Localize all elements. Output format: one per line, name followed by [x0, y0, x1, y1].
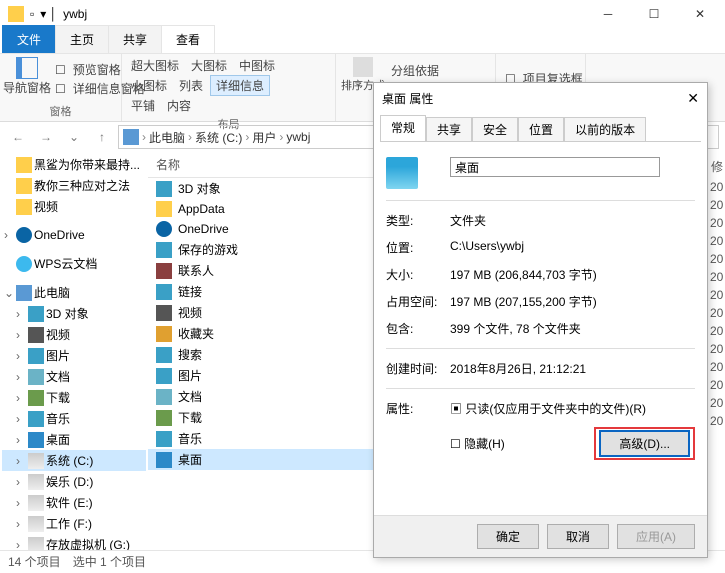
type-label: 类型:	[386, 212, 450, 229]
back-button[interactable]: ←	[6, 125, 30, 149]
location-label: 位置:	[386, 239, 450, 256]
created-label: 创建时间:	[386, 360, 450, 377]
navpane-icon	[16, 57, 38, 79]
apply-button[interactable]: 应用(A)	[617, 524, 695, 549]
ok-button[interactable]: 确定	[477, 524, 539, 549]
cancel-button[interactable]: 取消	[547, 524, 609, 549]
qat-more: ▾ │	[40, 7, 57, 21]
properties-dialog: 桌面 属性 ✕ 常规 共享 安全 位置 以前的版本 类型:文件夹 位置:C:\U…	[373, 82, 708, 558]
status-selected: 选中 1 个项目	[73, 553, 146, 570]
view-s[interactable]: 小图标	[126, 76, 172, 95]
nav-desktop[interactable]: ›桌面	[2, 429, 146, 450]
nav-pictures[interactable]: ›图片	[2, 345, 146, 366]
status-count: 14 个项目	[8, 553, 61, 570]
nav-tree[interactable]: 黑鲨为你带来最持... 教你三种应对之法 视频 ›OneDrive WPS云文档…	[0, 152, 148, 550]
nav-drive-e[interactable]: ›软件 (E:)	[2, 492, 146, 513]
tab-previous[interactable]: 以前的版本	[564, 117, 646, 141]
group-pane: 窗格	[4, 102, 117, 120]
size-label: 大小:	[386, 266, 450, 283]
view-details[interactable]: 详细信息	[210, 75, 270, 96]
mod-cell: 20	[708, 358, 725, 376]
view-xl[interactable]: 超大图标	[126, 56, 184, 75]
nav-drive-d[interactable]: ›娱乐 (D:)	[2, 471, 146, 492]
contains-value: 399 个文件, 78 个文件夹	[450, 320, 695, 337]
advanced-button[interactable]: 高级(D)...	[600, 431, 689, 456]
crumb-pc[interactable]: 此电脑	[149, 129, 185, 146]
nav-pane-button[interactable]: 导航窗格	[4, 56, 50, 102]
forward-button[interactable]: →	[34, 125, 58, 149]
tab-location[interactable]: 位置	[518, 117, 564, 141]
nav-quick3[interactable]: 视频	[2, 196, 146, 217]
crumb-user[interactable]: ywbj	[286, 130, 310, 144]
navpane-label: 导航窗格	[3, 79, 51, 96]
mod-cell: 20	[708, 232, 725, 250]
tab-share2[interactable]: 共享	[426, 117, 472, 141]
nav-drive-c[interactable]: ›系统 (C:)	[2, 450, 146, 471]
mod-cell: 20	[708, 304, 725, 322]
tab-general[interactable]: 常规	[380, 115, 426, 141]
view-list[interactable]: 列表	[174, 76, 208, 95]
close-button[interactable]: ✕	[677, 0, 723, 28]
hidden-checkbox[interactable]: ☐ 隐藏(H)	[450, 435, 505, 452]
mod-cell: 20	[708, 250, 725, 268]
nav-wps[interactable]: WPS云文档	[2, 253, 146, 274]
mod-cell: 20	[708, 376, 725, 394]
mod-cell: 20	[708, 394, 725, 412]
nav-documents[interactable]: ›文档	[2, 366, 146, 387]
type-value: 文件夹	[450, 212, 695, 229]
size-value: 197 MB (206,844,703 字节)	[450, 266, 695, 283]
view-l[interactable]: 大图标	[186, 56, 232, 75]
tab-file[interactable]: 文件	[2, 25, 56, 53]
location-value: C:\Users\ywbj	[450, 239, 695, 256]
nav-music[interactable]: ›音乐	[2, 408, 146, 429]
mod-cell: 20	[708, 268, 725, 286]
tab-view[interactable]: 查看	[161, 25, 215, 53]
view-m[interactable]: 中图标	[234, 56, 280, 75]
tab-share[interactable]: 共享	[108, 25, 162, 53]
qat-sep: ▫	[30, 7, 34, 21]
mod-cell: 20	[708, 214, 725, 232]
mod-cell: 20	[708, 286, 725, 304]
nav-downloads[interactable]: ›下载	[2, 387, 146, 408]
folder-icon	[8, 6, 24, 22]
view-content[interactable]: 内容	[162, 96, 196, 115]
min-button[interactable]: ─	[585, 0, 631, 28]
attributes-label: 属性:	[386, 400, 450, 460]
folder-large-icon	[386, 157, 418, 189]
col-modified-label: 修	[708, 155, 725, 178]
sizeondisk-label: 占用空间:	[386, 293, 450, 310]
created-value: 2018年8月26日, 21:12:21	[450, 360, 695, 377]
contains-label: 包含:	[386, 320, 450, 337]
crumb-users[interactable]: 用户	[252, 129, 276, 146]
mod-cell: 20	[708, 412, 725, 430]
nav-onedrive[interactable]: ›OneDrive	[2, 225, 146, 245]
nav-3dobjects[interactable]: ›3D 对象	[2, 303, 146, 324]
nav-thispc[interactable]: ⌄此电脑	[2, 282, 146, 303]
nav-quick1[interactable]: 黑鲨为你带来最持...	[2, 154, 146, 175]
mod-cell: 20	[708, 196, 725, 214]
mod-cell: 20	[708, 178, 725, 196]
dialog-title: 桌面 属性	[382, 90, 433, 107]
nav-drive-g[interactable]: ›存放虚拟机 (G:)	[2, 534, 146, 550]
mod-cell: 20	[708, 322, 725, 340]
group-by[interactable]: 分组依据	[386, 61, 474, 80]
sizeondisk-value: 197 MB (207,155,200 字节)	[450, 293, 695, 310]
readonly-checkbox[interactable]: ▣ 只读(仅应用于文件夹中的文件)(R)	[450, 400, 695, 417]
tab-home[interactable]: 主页	[55, 25, 109, 53]
max-button[interactable]: ☐	[631, 0, 677, 28]
dialog-close-button[interactable]: ✕	[687, 90, 699, 107]
folder-name-input[interactable]	[450, 157, 660, 177]
mod-cell: 20	[708, 340, 725, 358]
up-button[interactable]: ↑	[90, 125, 114, 149]
nav-drive-f[interactable]: ›工作 (F:)	[2, 513, 146, 534]
history-button[interactable]: ⌄	[62, 125, 86, 149]
nav-quick2[interactable]: 教你三种应对之法	[2, 175, 146, 196]
tab-security[interactable]: 安全	[472, 117, 518, 141]
window-title: ywbj	[63, 7, 87, 21]
pc-icon	[123, 129, 139, 145]
nav-videos[interactable]: ›视频	[2, 324, 146, 345]
view-tiles[interactable]: 平铺	[126, 96, 160, 115]
sort-icon	[353, 57, 373, 77]
crumb-drive[interactable]: 系统 (C:)	[195, 129, 242, 146]
